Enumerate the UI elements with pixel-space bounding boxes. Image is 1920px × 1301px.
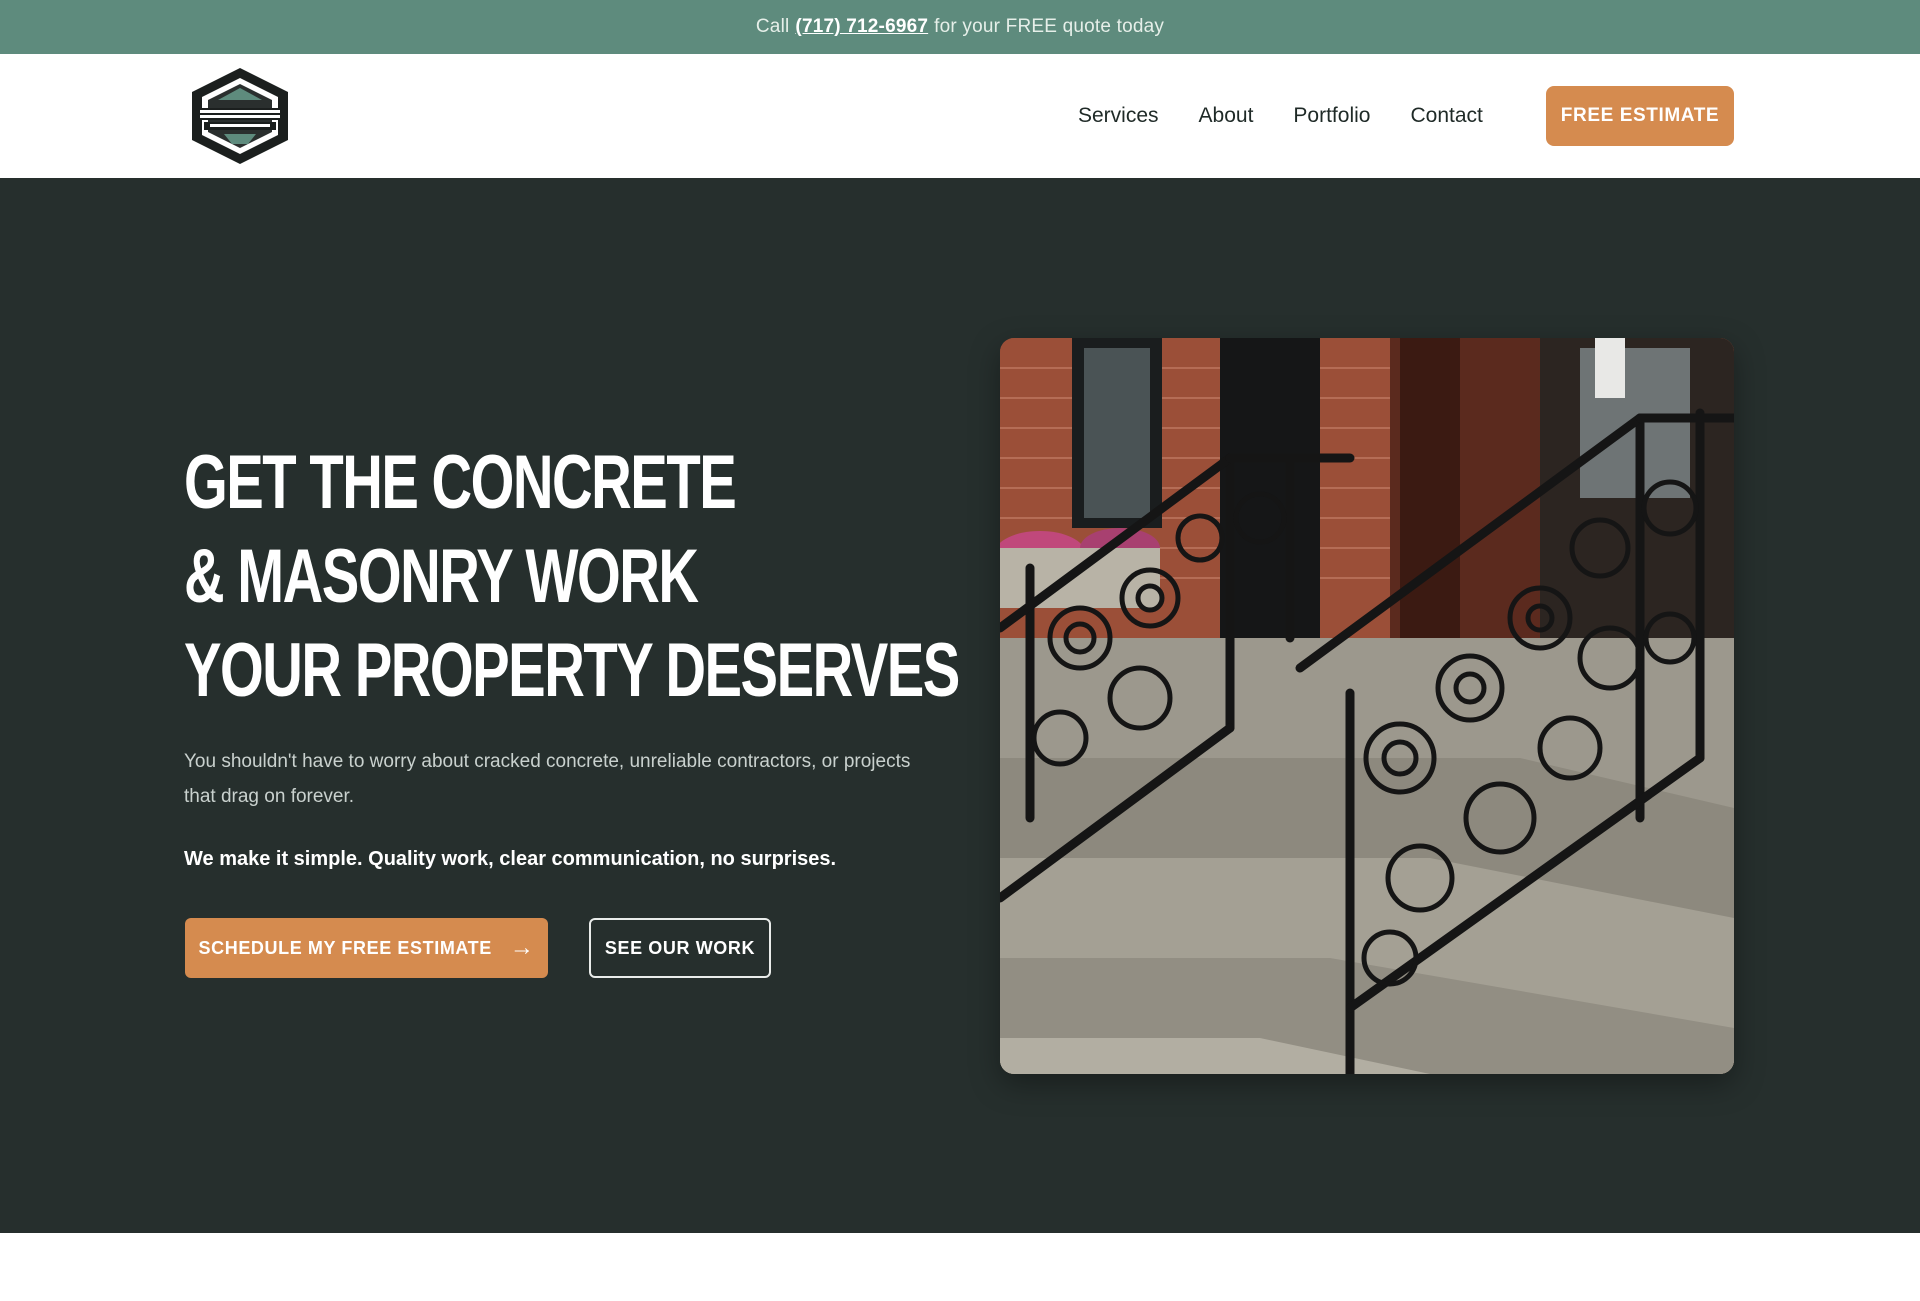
arrow-right-icon: → — [509, 934, 535, 961]
site-logo[interactable] — [184, 64, 296, 168]
announcement-bar: Call (717) 712-6967 for your FREE quote … — [0, 0, 1920, 54]
hero-image — [1000, 338, 1734, 1074]
hexagon-logo-icon — [192, 68, 288, 164]
site-header: Services About Portfolio Contact FREE ES… — [0, 54, 1920, 179]
nav-services[interactable]: Services — [1078, 104, 1159, 128]
primary-nav: Services About Portfolio Contact — [1078, 54, 1523, 178]
hero-headline: GET THE CONCRETE & MASONRY WORK YOUR PRO… — [184, 436, 960, 718]
announcement-prefix: Call — [755, 16, 790, 37]
steps-railing-illustration — [1000, 338, 1734, 1074]
hero-description: You shouldn't have to worry about cracke… — [184, 751, 911, 807]
schedule-estimate-label: SCHEDULE MY FREE ESTIMATE — [198, 937, 492, 958]
see-our-work-button[interactable]: SEE OUR WORK — [589, 918, 771, 978]
nav-contact[interactable]: Contact — [1410, 104, 1482, 128]
phone-link[interactable]: (717) 712-6967 — [795, 16, 928, 38]
hero-emphasis: We make it simple. Quality work, clear c… — [184, 848, 837, 870]
headline-line-3: YOUR PROPERTY DESERVES — [184, 628, 960, 713]
free-estimate-button[interactable]: FREE ESTIMATE — [1546, 86, 1734, 146]
nav-about[interactable]: About — [1199, 104, 1254, 128]
announcement-suffix: for your FREE quote today — [934, 16, 1165, 37]
schedule-estimate-button[interactable]: SCHEDULE MY FREE ESTIMATE → — [185, 918, 548, 978]
headline-line-2: & MASONRY WORK — [184, 534, 699, 619]
headline-line-1: GET THE CONCRETE — [184, 440, 737, 525]
nav-portfolio[interactable]: Portfolio — [1293, 104, 1370, 128]
hero-section: GET THE CONCRETE & MASONRY WORK YOUR PRO… — [0, 178, 1920, 1233]
